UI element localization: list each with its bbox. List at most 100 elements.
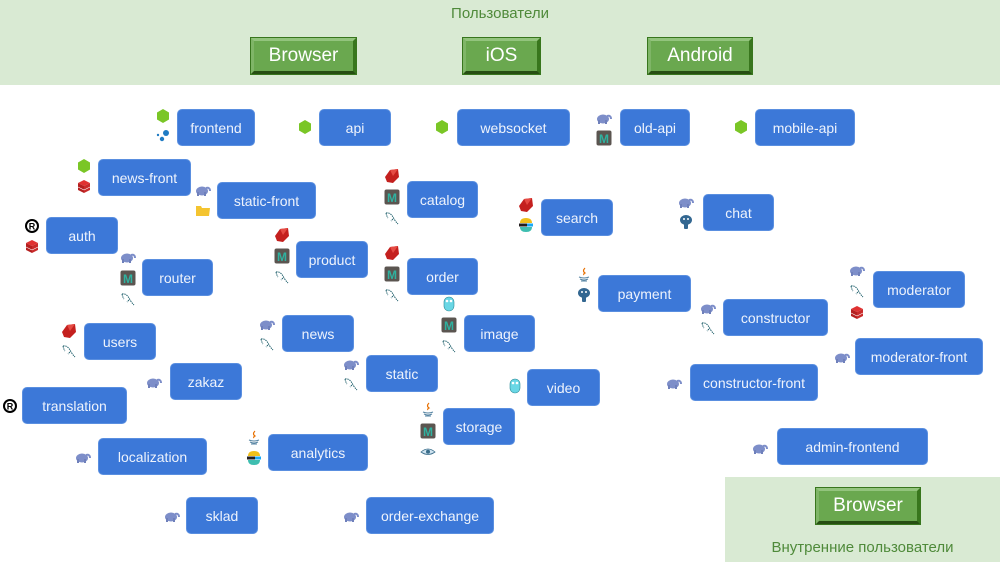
mysql-dolphin-icon (61, 343, 77, 359)
mysql-dolphin-icon (384, 287, 400, 303)
service-box-news-front[interactable]: news-front (98, 159, 191, 196)
php-elephant-icon (195, 182, 211, 198)
mysql-dolphin-icon (441, 338, 457, 354)
nodejs-icon (155, 108, 171, 124)
service-box-news[interactable]: news (282, 315, 354, 352)
folder-icon (195, 202, 211, 218)
users-band: Пользователи Browser iOS Android (0, 0, 1000, 85)
ruby-icon (61, 323, 77, 339)
client-android[interactable]: Android (647, 37, 753, 75)
service-box-video[interactable]: video (527, 369, 600, 406)
service-box-users[interactable]: users (84, 323, 156, 360)
svg-text:M: M (387, 191, 397, 205)
service-box-moderator-front[interactable]: moderator-front (855, 338, 983, 375)
service-box-image[interactable]: image (464, 315, 535, 352)
users-band-title: Пользователи (451, 5, 549, 22)
php-elephant-icon (752, 440, 768, 456)
redis-icon (76, 178, 92, 194)
php-elephant-icon (343, 356, 359, 372)
service-box-localization[interactable]: localization (98, 438, 207, 475)
go-gopher-icon (441, 296, 457, 312)
svg-text:M: M (387, 268, 397, 282)
java-icon (576, 267, 592, 283)
mysql-dolphin-icon (274, 269, 290, 285)
php-elephant-icon (120, 249, 136, 265)
svg-text:M: M (423, 425, 433, 439)
rust-icon: R (24, 218, 40, 234)
mysql-dolphin-icon (120, 291, 136, 307)
service-box-payment[interactable]: payment (598, 275, 691, 312)
internal-users-band-title: Внутренние пользователи (771, 539, 954, 556)
mysql-dolphin-icon (700, 320, 716, 336)
service-box-api[interactable]: api (319, 109, 391, 146)
service-box-constructor[interactable]: constructor (723, 299, 828, 336)
php-elephant-icon (596, 110, 612, 126)
memcached-icon: M (274, 248, 290, 264)
service-box-static-front[interactable]: static-front (217, 182, 316, 219)
php-elephant-icon (834, 349, 850, 365)
redis-icon (849, 304, 865, 320)
php-elephant-icon (666, 375, 682, 391)
client-ios[interactable]: iOS (462, 37, 541, 75)
php-elephant-icon (164, 508, 180, 524)
service-box-catalog[interactable]: catalog (407, 181, 478, 218)
memcached-icon: M (120, 270, 136, 286)
mysql-dolphin-icon (849, 283, 865, 299)
service-box-storage[interactable]: storage (443, 408, 515, 445)
elasticsearch-icon (246, 450, 262, 466)
memcached-icon: M (384, 189, 400, 205)
service-box-router[interactable]: router (142, 259, 213, 296)
php-elephant-icon (678, 194, 694, 210)
java-icon (420, 402, 436, 418)
php-elephant-icon (146, 374, 162, 390)
postgresql-icon (678, 214, 694, 230)
service-box-constructor-front[interactable]: constructor-front (690, 364, 818, 401)
service-box-order[interactable]: order (407, 258, 478, 295)
elasticsearch-icon (518, 217, 534, 233)
svg-text:M: M (444, 319, 454, 333)
nodejs-icon (733, 119, 749, 135)
docker-icon (155, 128, 171, 144)
memcached-icon: M (420, 423, 436, 439)
rust-icon: R (2, 398, 18, 414)
memcached-icon: M (441, 317, 457, 333)
svg-text:R: R (29, 222, 36, 232)
java-icon (246, 430, 262, 446)
service-box-auth[interactable]: auth (46, 217, 118, 254)
service-box-search[interactable]: search (541, 199, 613, 236)
mysql-dolphin-icon (343, 376, 359, 392)
svg-text:R: R (7, 402, 14, 412)
memcached-icon: M (384, 266, 400, 282)
nodejs-icon (434, 119, 450, 135)
postgresql-icon (576, 287, 592, 303)
ruby-icon (274, 227, 290, 243)
svg-text:M: M (599, 132, 609, 146)
client-internal-browser[interactable]: Browser (815, 487, 921, 525)
ruby-icon (384, 245, 400, 261)
memcached-icon: M (596, 130, 612, 146)
client-browser[interactable]: Browser (250, 37, 357, 75)
service-box-sklad[interactable]: sklad (186, 497, 258, 534)
service-box-old-api[interactable]: old-api (620, 109, 690, 146)
service-box-analytics[interactable]: analytics (268, 434, 368, 471)
service-box-translation[interactable]: translation (22, 387, 127, 424)
service-box-moderator[interactable]: moderator (873, 271, 965, 308)
php-elephant-icon (700, 300, 716, 316)
nodejs-icon (76, 158, 92, 174)
svg-text:M: M (277, 250, 287, 264)
go-gopher-icon (507, 378, 523, 394)
service-box-zakaz[interactable]: zakaz (170, 363, 242, 400)
php-elephant-icon (259, 316, 275, 332)
service-box-mobile-api[interactable]: mobile-api (755, 109, 855, 146)
service-box-websocket[interactable]: websocket (457, 109, 570, 146)
svg-text:M: M (123, 272, 133, 286)
service-box-order-exchange[interactable]: order-exchange (366, 497, 494, 534)
service-box-frontend[interactable]: frontend (177, 109, 255, 146)
ruby-icon (518, 197, 534, 213)
service-box-chat[interactable]: chat (703, 194, 774, 231)
service-box-static[interactable]: static (366, 355, 438, 392)
service-box-product[interactable]: product (296, 241, 368, 278)
php-elephant-icon (849, 262, 865, 278)
service-box-admin-frontend[interactable]: admin-frontend (777, 428, 928, 465)
mysql-dolphin-icon (384, 210, 400, 226)
